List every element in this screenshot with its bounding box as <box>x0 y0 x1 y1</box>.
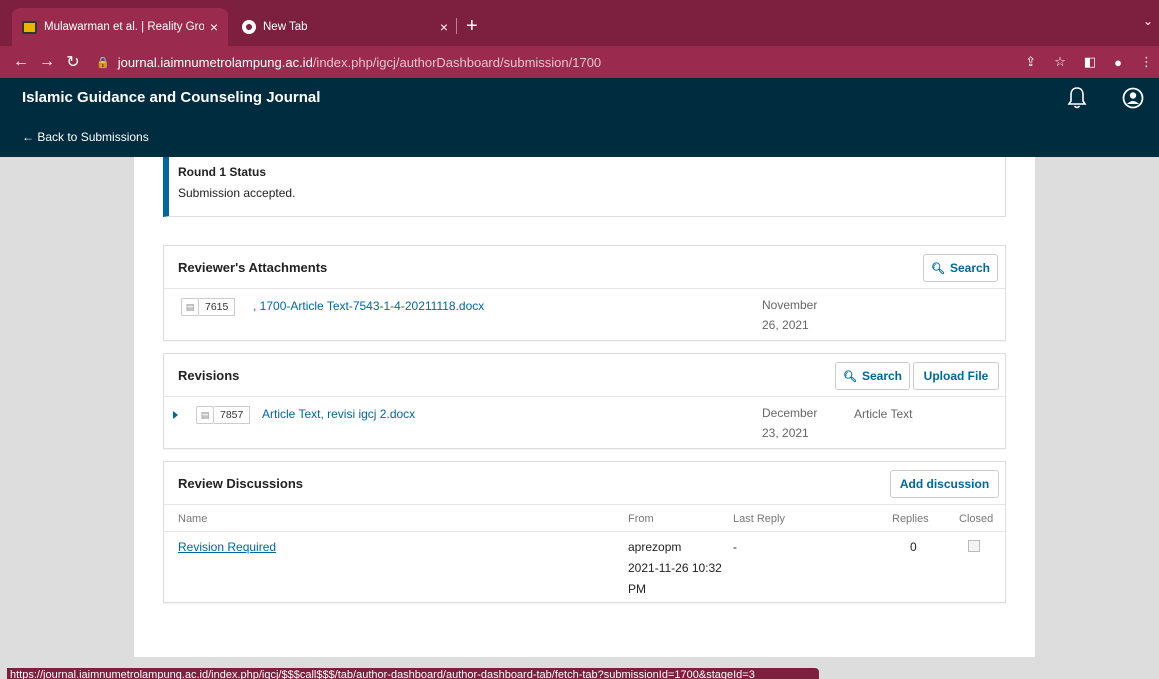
search-label: Search <box>949 261 990 275</box>
tab-new-tab[interactable]: New Tab × <box>232 8 458 46</box>
url-field[interactable]: 🔒 journal.iaimnumetrolampung.ac.id/index… <box>96 55 601 70</box>
app-header: Islamic Guidance and Counseling Journal … <box>0 78 1159 157</box>
file-id: 7857 <box>214 406 251 424</box>
star-icon[interactable]: ☆ <box>1054 54 1066 70</box>
address-bar: ← → ↻ 🔒 journal.iaimnumetrolampung.ac.id… <box>0 46 1159 78</box>
reviewer-attachments-card: Reviewer's Attachments 🔍︎ Search ▤ 7615 … <box>163 245 1006 341</box>
add-discussion-button[interactable]: Add discussion <box>890 470 999 498</box>
discussion-replies: 0 <box>910 540 917 554</box>
status-url-bar: https://journal.iaimnumetrolampung.ac.id… <box>7 668 819 679</box>
tab-search-chevron-icon[interactable]: ⌄ <box>1143 14 1153 28</box>
reload-icon[interactable]: ↻ <box>60 52 86 72</box>
file-icon: ▤ <box>196 406 214 424</box>
search-button[interactable]: 🔍︎ Search <box>923 254 998 282</box>
tab-journal[interactable]: Mulawarman et al. | Reality Gro × <box>12 8 228 46</box>
browser-tab-bar: Mulawarman et al. | Reality Gro × New Ta… <box>0 0 1159 46</box>
col-last-reply: Last Reply <box>733 513 785 525</box>
review-discussions-card: Review Discussions Add discussion Name F… <box>163 461 1006 603</box>
card-title: Revisions <box>178 368 240 383</box>
upload-file-button[interactable]: Upload File <box>913 362 999 390</box>
table-header: Name From Last Reply Replies Closed <box>164 505 1005 532</box>
card-header: Reviewer's Attachments 🔍︎ Search <box>164 246 1005 289</box>
tab-separator <box>456 18 457 34</box>
search-label: Search <box>861 369 902 383</box>
file-link[interactable]: Article Text, revisi igcj 2.docx <box>262 407 415 421</box>
search-icon: 🔍︎ <box>931 262 945 275</box>
menu-icon[interactable]: ⋮ <box>1140 54 1153 70</box>
search-icon: 🔍︎ <box>843 370 857 383</box>
journal-favicon-icon <box>22 20 37 34</box>
url-host: journal.iaimnumetrolampung.ac.id <box>117 54 313 70</box>
discussion-from-time: PM <box>628 582 646 596</box>
back-to-submissions-link[interactable]: ← Back to Submissions <box>22 130 149 144</box>
lock-icon[interactable]: 🔒 <box>96 56 110 69</box>
profile-icon[interactable]: ● <box>1114 55 1122 70</box>
discussion-from-date: 2021-11-26 10:32 <box>628 561 722 575</box>
search-button[interactable]: 🔍︎ Search <box>835 362 910 390</box>
close-tab-icon[interactable]: × <box>210 19 218 35</box>
card-title: Reviewer's Attachments <box>178 260 328 275</box>
discussion-name-link[interactable]: Revision Required <box>178 537 276 557</box>
file-date-line1: December <box>762 406 818 420</box>
tab-title: Mulawarman et al. | Reality Gro <box>44 21 204 33</box>
close-tab-icon[interactable]: × <box>440 19 448 35</box>
url-path: /index.php/igcj/authorDashboard/submissi… <box>312 54 602 70</box>
file-date-line2: 26, 2021 <box>762 318 809 332</box>
journal-title[interactable]: Islamic Guidance and Counseling Journal <box>22 89 320 106</box>
file-link[interactable]: , 1700-Article Text-7543-1-4-20211118.do… <box>253 299 484 313</box>
round-status-text: Submission accepted. <box>178 186 296 200</box>
expand-arrow-icon[interactable] <box>173 411 178 419</box>
back-arrow-icon[interactable]: ← <box>8 53 34 71</box>
browser-toolbar: ⇪ ☆ ◧ ● ⋮ <box>1025 46 1153 78</box>
forward-arrow-icon[interactable]: → <box>34 53 60 71</box>
round-status-heading: Round 1 Status <box>178 165 267 179</box>
revisions-card: Revisions 🔍︎ Search Upload File ▤ 7857 A… <box>163 353 1006 449</box>
file-icon: ▤ <box>181 298 199 316</box>
discussion-from-user: aprezopm <box>628 540 682 554</box>
file-row: ▤ 7615 , 1700-Article Text-7543-1-4-2021… <box>178 298 1005 334</box>
new-tab-button[interactable]: + <box>466 12 478 40</box>
col-from: From <box>628 513 654 525</box>
col-replies: Replies <box>892 513 929 525</box>
card-title: Review Discussions <box>178 476 303 491</box>
card-header: Revisions 🔍︎ Search Upload File <box>164 354 1005 397</box>
file-row: ▤ 7857 Article Text, revisi igcj 2.docx … <box>173 406 1005 442</box>
card-header: Review Discussions Add discussion <box>164 462 1005 505</box>
closed-checkbox[interactable] <box>968 540 980 552</box>
col-closed: Closed <box>959 513 994 525</box>
file-date-line1: November <box>762 298 818 312</box>
file-id: 7615 <box>199 298 236 316</box>
tab-title: New Tab <box>263 21 308 33</box>
col-name: Name <box>178 513 208 525</box>
file-genre: Article Text <box>854 407 913 421</box>
user-circle-icon[interactable] <box>1122 87 1144 109</box>
round-status-box: Round 1 Status Submission accepted. <box>163 157 1006 217</box>
chrome-favicon-icon <box>242 20 256 34</box>
bell-icon[interactable] <box>1067 86 1087 110</box>
share-icon[interactable]: ⇪ <box>1025 54 1036 70</box>
discussion-last-reply: - <box>733 540 737 554</box>
sidebar-icon[interactable]: ◧ <box>1084 54 1096 70</box>
file-date-line2: 23, 2021 <box>762 426 809 440</box>
